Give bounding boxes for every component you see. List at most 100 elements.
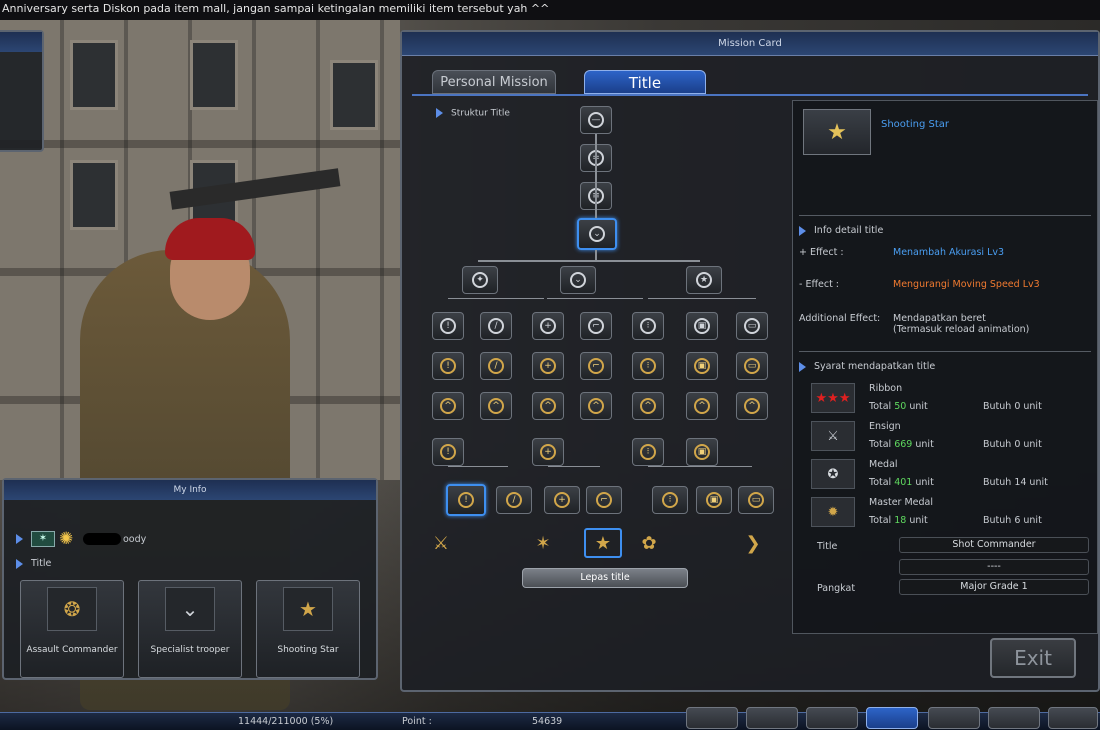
tree-node[interactable]: ! <box>432 352 464 380</box>
wing-badge-icon: ⌄ <box>570 272 586 288</box>
tree-node[interactable]: ^ <box>686 392 718 420</box>
medal-shooting-star[interactable]: ★ <box>584 528 622 558</box>
title-slot-2[interactable]: ⌄ Specialist trooper <box>138 580 242 678</box>
kit-icon: ▭ <box>744 318 760 334</box>
building-window <box>70 160 118 230</box>
medal-chevron-master[interactable]: ❯ <box>734 528 772 558</box>
req-ensign-total: Total 669 unit <box>869 439 934 450</box>
medal-heavy-master[interactable]: ✿ <box>630 528 668 558</box>
tree-node[interactable]: ▣ <box>686 352 718 380</box>
tree-node-rank-1[interactable]: — <box>580 106 612 134</box>
tree-node[interactable]: ^ <box>736 392 768 420</box>
menu-button-shop[interactable] <box>806 707 858 729</box>
building-window <box>190 40 238 110</box>
ensign-icon: ⚔ <box>811 421 855 451</box>
bullet-icon: ! <box>440 318 456 334</box>
title-slot-3[interactable]: ★ Shooting Star <box>256 580 360 678</box>
tree-node[interactable]: + <box>544 486 580 514</box>
lepas-title-button[interactable]: Lepas title <box>522 568 688 588</box>
chevron-kit-icon: ^ <box>744 398 760 414</box>
medal-assault-master[interactable]: ⚔ <box>422 528 460 558</box>
medal-icon: ✪ <box>811 459 855 489</box>
req-medal-total: Total 401 unit <box>869 477 934 488</box>
point-label: Point : <box>402 716 432 727</box>
ammo-gold-icon: ⁝ <box>640 358 656 374</box>
point-value: 54639 <box>532 716 563 727</box>
tree-node-assault-branch[interactable]: ✦ <box>462 266 498 294</box>
kit-gold-icon: ▭ <box>744 358 760 374</box>
assault-commander-icon: ! <box>458 492 474 508</box>
tree-node[interactable]: ▣ <box>686 312 718 340</box>
chevron-down-icon: ⌄ <box>589 226 605 242</box>
tree-node-heavy-branch[interactable]: ★ <box>686 266 722 294</box>
grenade-medal-icon: ▣ <box>694 444 710 460</box>
pistol-icon: ⌐ <box>588 318 604 334</box>
knife-icon: / <box>488 318 504 334</box>
tree-node[interactable]: ⁝ <box>632 438 664 466</box>
tree-node[interactable]: ^ <box>580 392 612 420</box>
tree-node[interactable]: ▭ <box>736 352 768 380</box>
tree-node[interactable]: ▭ <box>736 312 768 340</box>
my-title-label-row: Title <box>16 558 51 569</box>
tree-node[interactable]: + <box>532 312 564 340</box>
crosshair-laurel-icon: + <box>554 492 570 508</box>
chevron-knife-icon: ^ <box>488 398 504 414</box>
arrow-icon <box>16 534 23 544</box>
medal-sniper-master[interactable]: ✶ <box>524 528 562 558</box>
tab-personal-mission[interactable]: Personal Mission <box>432 70 556 94</box>
title-slot-1[interactable]: ❂ Assault Commander <box>20 580 124 678</box>
title-slot-3-label: Shooting Star <box>277 645 339 655</box>
exp-readout: 11444/211000 (5%) <box>238 716 334 727</box>
menu-button-more[interactable] <box>1048 707 1098 729</box>
tree-node[interactable]: ^ <box>480 392 512 420</box>
tree-node[interactable]: ⌐ <box>586 486 622 514</box>
menu-button-inventory[interactable] <box>746 707 798 729</box>
building-window <box>70 40 118 110</box>
player-info-row: ✶ ✺ oody <box>16 530 146 548</box>
tree-node[interactable]: ⁝ <box>652 486 688 514</box>
shooting-star-icon: ★ <box>803 109 871 155</box>
tree-node[interactable]: + <box>532 352 564 380</box>
my-info-title: My Info <box>4 480 376 500</box>
grenade-laurel-icon: ▣ <box>706 492 722 508</box>
tree-node[interactable]: ^ <box>632 392 664 420</box>
menu-button-exit[interactable] <box>686 707 738 729</box>
menu-button-settings[interactable] <box>988 707 1040 729</box>
chevron-grenade-icon: ^ <box>694 398 710 414</box>
red-beret <box>165 218 255 260</box>
chevron-ammo-icon: ^ <box>640 398 656 414</box>
tree-node[interactable]: ⁝ <box>632 352 664 380</box>
menu-button-mission[interactable] <box>866 707 918 729</box>
tree-node[interactable]: ▣ <box>696 486 732 514</box>
tree-node[interactable]: / <box>480 312 512 340</box>
tree-node[interactable]: ^ <box>532 392 564 420</box>
req-master-medal-butuh: Butuh 6 unit <box>983 515 1042 526</box>
tree-node-specialist[interactable]: ⌄ <box>577 218 617 250</box>
tree-node[interactable]: ^ <box>432 392 464 420</box>
tree-node-sniper-branch[interactable]: ⌄ <box>560 266 596 294</box>
knife-gold-icon: / <box>488 358 504 374</box>
tree-node[interactable]: ▣ <box>686 438 718 466</box>
tree-node[interactable]: ! <box>432 438 464 466</box>
exit-button[interactable]: Exit <box>990 638 1076 678</box>
minus-effect-value: Mengurangi Moving Speed Lv3 <box>893 279 1040 290</box>
tree-node[interactable]: ⁝ <box>632 312 664 340</box>
tree-node[interactable]: + <box>532 438 564 466</box>
ammo-icon: ⁝ <box>640 318 656 334</box>
title-slot-1-label: Assault Commander <box>26 645 118 655</box>
title-field-label: Title <box>817 541 838 552</box>
arrow-icon <box>799 361 806 372</box>
tree-node[interactable]: ⌐ <box>580 352 612 380</box>
kit-laurel-icon: ▭ <box>748 492 764 508</box>
rank-icon: ✶ <box>31 531 55 547</box>
tree-node[interactable]: ⌐ <box>580 312 612 340</box>
mission-card-title: Mission Card <box>402 32 1098 56</box>
tree-node[interactable]: ▭ <box>738 486 774 514</box>
tree-node[interactable]: ! <box>432 312 464 340</box>
tree-node-assault-commander[interactable]: ! <box>446 484 486 516</box>
tab-title[interactable]: Title <box>584 70 706 94</box>
crosshair-medal-icon: + <box>540 444 556 460</box>
tree-node[interactable]: / <box>496 486 532 514</box>
menu-button-community[interactable] <box>928 707 980 729</box>
tree-node[interactable]: / <box>480 352 512 380</box>
